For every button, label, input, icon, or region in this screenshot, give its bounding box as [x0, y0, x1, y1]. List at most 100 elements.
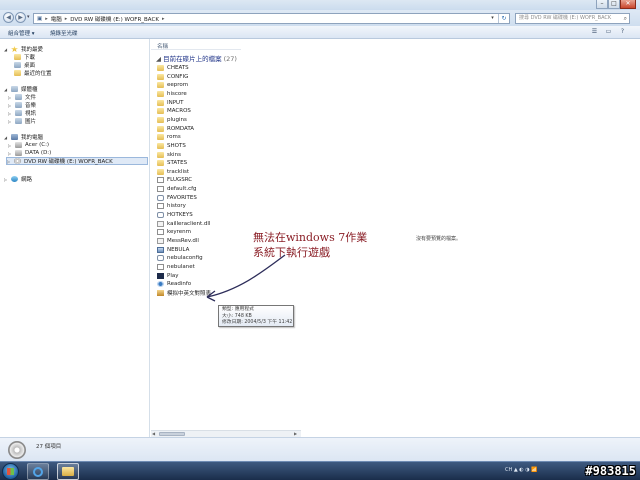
expand-arrow-icon[interactable]: ▷ — [8, 111, 14, 116]
nav-network-label: 網路 — [21, 177, 33, 183]
tooltip-modified: 修改日期: 2004/5/3 下午 11:42 — [222, 320, 293, 325]
file-list-item[interactable]: default.cfg — [157, 185, 197, 193]
close-button[interactable]: ✕ — [620, 0, 636, 9]
file-list-item[interactable]: HOTKEYS — [157, 211, 193, 219]
scrollbar-thumb[interactable] — [159, 432, 185, 436]
nav-computer[interactable]: ◢ 我的電腦 — [4, 133, 43, 141]
organize-button[interactable]: 組合管理 ▾ — [8, 29, 35, 37]
file-name: CONFIG — [167, 73, 189, 80]
nav-drive-label: Acer (C:) — [25, 142, 50, 148]
system-tray[interactable]: CH ▲ ◐ ◑ 📶 — [505, 467, 537, 473]
back-button[interactable]: ◀ — [3, 12, 14, 23]
nav-item-videos[interactable]: ▷ 視訊 — [8, 109, 36, 117]
expand-arrow-icon[interactable]: ▷ — [8, 103, 14, 108]
nav-favorites[interactable]: ◢ 我的最愛 — [4, 45, 43, 53]
nav-item-desktop[interactable]: 桌面 — [14, 61, 35, 69]
nav-drive-d[interactable]: ▷ DATA (D:) — [8, 149, 51, 157]
file-list-item[interactable]: CONFIG — [157, 73, 188, 81]
file-list-item[interactable]: NEBULA — [157, 246, 189, 254]
file-list-item[interactable]: Play — [157, 272, 178, 280]
file-list-item[interactable]: plugins — [157, 116, 187, 124]
file-list-item[interactable]: eeprom — [157, 81, 188, 89]
taskbar-windows-explorer[interactable] — [57, 463, 79, 480]
file-list-item[interactable]: STATES — [157, 159, 187, 167]
file-name: FAVORITES — [167, 194, 197, 201]
address-field[interactable]: ▣ ▸ 電腦 ▸ DVD RW 磁碟機 (E:) WOFR_BACK ▸ ▾ ↻ — [33, 13, 510, 24]
file-list-item[interactable]: kailleraclient.dll — [157, 220, 210, 228]
dll-file-icon — [157, 238, 164, 244]
file-list-item[interactable]: MessRev.dll — [157, 237, 199, 245]
nav-item-music[interactable]: ▷ 音樂 — [8, 101, 36, 109]
preview-pane-icon[interactable]: ▭ — [604, 28, 613, 36]
breadcrumb-dvd-drive[interactable]: DVD RW 磁碟機 (E:) WOFR_BACK — [70, 15, 159, 23]
folder-icon — [157, 168, 164, 175]
file-name: Readinfo — [167, 281, 192, 288]
search-icon[interactable]: ⌕ — [624, 14, 627, 23]
file-list-item[interactable]: Readinfo — [157, 280, 191, 288]
maximize-button[interactable]: □ — [608, 0, 620, 9]
nav-favorites-label: 我的最愛 — [21, 47, 44, 53]
file-group-header[interactable]: ◢ 目前在碟片上的檔案 (27) — [156, 53, 237, 63]
collapse-arrow-icon[interactable]: ◢ — [4, 135, 10, 140]
nav-item-recent-places[interactable]: 最近的位置 — [14, 69, 52, 77]
nav-network[interactable]: ▷ 網路 — [4, 175, 32, 183]
file-name: keyrenm — [167, 229, 191, 236]
file-list-item[interactable]: INPUT — [157, 99, 183, 107]
taskbar-internet-explorer[interactable] — [27, 463, 49, 480]
nav-item-pictures[interactable]: ▷ 圖片 — [8, 117, 36, 125]
folder-icon — [62, 467, 74, 476]
file-list-item[interactable]: keyrenm — [157, 228, 191, 236]
file-list-item[interactable]: history — [157, 202, 186, 210]
file-name: roms — [167, 134, 181, 141]
file-list-item[interactable]: SHOTS — [157, 142, 186, 150]
collapse-arrow-icon[interactable]: ◢ — [4, 87, 10, 92]
expand-arrow-icon[interactable]: ▷ — [4, 177, 10, 182]
file-list-item[interactable]: hiscore — [157, 90, 187, 98]
doc-file-icon — [157, 229, 164, 236]
forward-button[interactable]: ▶ — [15, 12, 26, 23]
nav-drive-c[interactable]: ▷ Acer (C:) — [8, 141, 49, 149]
expand-arrow-icon[interactable]: ▷ — [8, 143, 14, 148]
annotation-line-1: 無法在windows 7作業 — [253, 231, 368, 244]
file-list-item[interactable]: MACROS — [157, 107, 191, 115]
group-collapse-icon[interactable]: ◢ — [156, 55, 161, 63]
folder-icon — [157, 65, 164, 71]
file-list-item[interactable]: skins — [157, 151, 181, 159]
expand-arrow-icon[interactable]: ▷ — [8, 95, 14, 100]
nav-libraries[interactable]: ◢ 媒體櫃 — [4, 85, 38, 93]
file-list-item[interactable]: FLUGSRC — [157, 176, 192, 184]
file-list-item[interactable]: ROMDATA — [157, 125, 194, 133]
nav-item-downloads[interactable]: 下載 — [14, 53, 35, 61]
view-options-icon[interactable]: ☰ — [590, 28, 599, 36]
expand-arrow-icon[interactable]: ▷ — [7, 159, 13, 164]
file-list-item[interactable]: roms — [157, 133, 181, 141]
nav-item-documents[interactable]: ▷ 文件 — [8, 93, 36, 101]
help-icon[interactable]: ? — [618, 28, 627, 36]
breadcrumb-computer[interactable]: 電腦 — [51, 15, 62, 23]
expand-arrow-icon[interactable]: ▷ — [8, 151, 14, 156]
collapse-arrow-icon[interactable]: ◢ — [4, 47, 10, 52]
title-bar: – □ ✕ — [0, 0, 640, 10]
start-button[interactable] — [2, 463, 19, 480]
file-list-item[interactable]: nebulanet — [157, 263, 195, 271]
doc-file-icon — [157, 186, 164, 193]
search-placeholder: 搜尋 DVD RW 磁碟機 (E:) WOFR_BACK — [519, 15, 612, 21]
file-list-item[interactable]: CHEATS — [157, 64, 189, 72]
expand-arrow-icon[interactable]: ▷ — [8, 119, 14, 124]
search-input[interactable]: 搜尋 DVD RW 磁碟機 (E:) WOFR_BACK ⌕ — [515, 13, 630, 24]
file-list-item[interactable]: FAVORITES — [157, 194, 197, 202]
recent-pages-icon[interactable]: ▾ — [27, 14, 30, 20]
horizontal-scrollbar[interactable]: ◀ ▶ — [151, 430, 301, 437]
nav-item-label: 文件 — [25, 95, 37, 101]
nav-libraries-label: 媒體櫃 — [21, 87, 38, 93]
downloads-folder-icon — [14, 54, 21, 60]
scroll-left-icon[interactable]: ◀ — [152, 431, 155, 436]
minimize-button[interactable]: – — [596, 0, 608, 9]
refresh-icon[interactable]: ↻ — [498, 14, 509, 23]
nav-item-label: 下載 — [24, 55, 36, 61]
scroll-right-icon[interactable]: ▶ — [294, 431, 297, 436]
file-list-item[interactable]: tracklist — [157, 168, 189, 176]
nav-drive-e[interactable]: ▷ DVD RW 磁碟機 (E:) WOFR_BACK — [6, 157, 148, 165]
address-dropdown-icon[interactable]: ▾ — [488, 14, 497, 23]
burn-to-disc-button[interactable]: 燒錄至光碟 — [50, 29, 78, 37]
